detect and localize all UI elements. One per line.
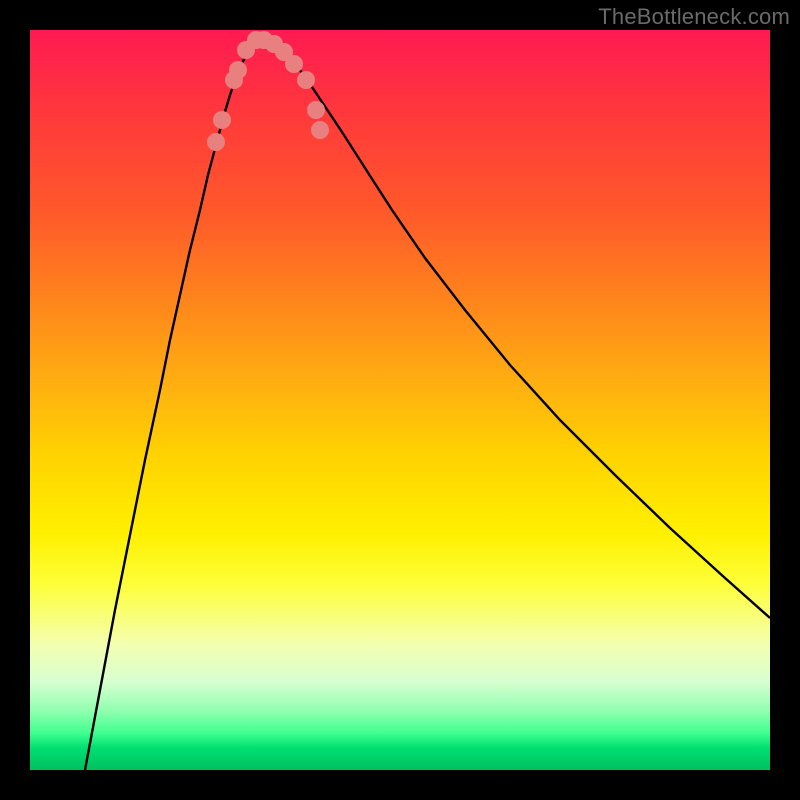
outer-frame: TheBottleneck.com [0, 0, 800, 800]
plot-area [30, 30, 770, 770]
marker-dot [229, 61, 247, 79]
marker-dot [311, 121, 329, 139]
marker-dot [285, 55, 303, 73]
marker-dot [297, 71, 315, 89]
marker-dot [207, 133, 225, 151]
curve-left-branch [85, 35, 262, 770]
chart-svg [30, 30, 770, 770]
marker-dot [213, 111, 231, 129]
highlight-markers [207, 31, 329, 151]
attribution-text: TheBottleneck.com [598, 4, 790, 30]
marker-dot [307, 101, 325, 119]
curve-right-branch [262, 35, 770, 618]
